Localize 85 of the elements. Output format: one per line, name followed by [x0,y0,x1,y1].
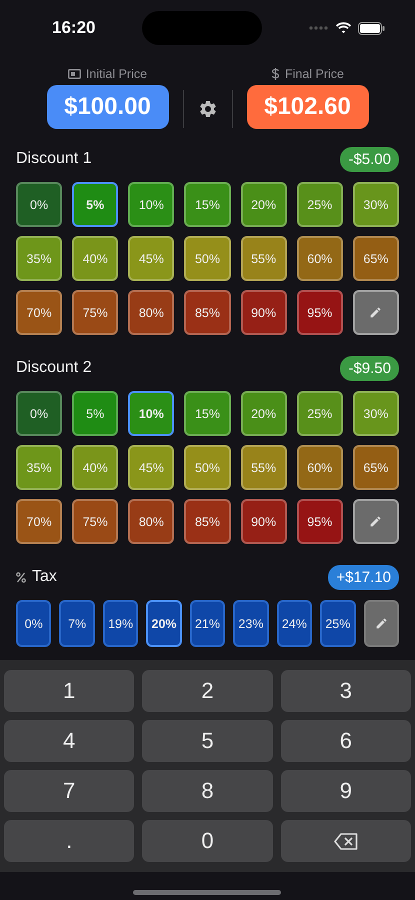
pencil-icon [374,617,388,630]
discount-option[interactable]: 70% [16,499,62,544]
settings-icon[interactable] [198,99,218,119]
discount-option[interactable]: 25% [296,391,343,436]
discount-option[interactable]: 75% [72,290,118,335]
discount-option[interactable]: 60% [296,236,343,281]
edit-button[interactable] [352,499,399,544]
percent-icon [16,572,26,582]
keypad-key[interactable]: 6 [280,720,411,762]
tax-title: Tax [32,568,57,586]
pencil-icon [369,306,382,319]
keypad-key[interactable]: 3 [280,670,411,712]
discount-option[interactable]: 5% [72,182,118,227]
tax-option[interactable]: 24% [276,600,312,647]
discount-option[interactable]: 45% [128,236,174,281]
discount-amount: -$9.50 [340,356,399,380]
tax-option[interactable]: 20% [146,600,182,647]
discount-option[interactable]: 20% [240,391,287,436]
discount-title: Discount 1 [16,150,92,168]
discount-option[interactable]: 25% [296,182,343,227]
discount-option[interactable]: 55% [240,445,287,490]
tax-option[interactable]: 23% [233,600,269,647]
keypad-key[interactable]: 0 [142,820,273,862]
discount-option[interactable]: 30% [352,391,399,436]
discount-option[interactable]: 35% [16,236,62,281]
discount-option[interactable]: 85% [184,290,231,335]
discount-option[interactable]: 85% [184,499,231,544]
initial-price-button[interactable]: $100.00 [46,85,168,129]
discount-option[interactable]: 95% [296,499,343,544]
discount-option[interactable]: 80% [128,290,174,335]
discount-option[interactable]: 40% [72,445,118,490]
dollar-icon [270,68,280,80]
discount-option[interactable]: 65% [352,236,399,281]
discount-option[interactable]: 90% [240,499,287,544]
discount-option[interactable]: 35% [16,445,62,490]
discount-option[interactable]: 70% [16,290,62,335]
wifi-icon [334,22,352,34]
keypad-key[interactable]: . [4,820,134,862]
tax-amount: +$17.10 [328,564,399,590]
edit-button[interactable] [352,290,399,335]
discount-title: Discount 2 [16,359,92,377]
tax-option[interactable]: 7% [59,600,95,647]
discount-option[interactable]: 50% [184,236,231,281]
discount-option[interactable]: 60% [296,445,343,490]
discount-option[interactable]: 10% [128,182,174,227]
keypad-key[interactable]: 5 [142,720,273,762]
discount-amount: -$5.00 [340,146,399,172]
backspace-key[interactable] [280,820,411,862]
discount-option[interactable]: 15% [184,182,231,227]
keypad-key[interactable]: 1 [4,670,134,712]
edit-button[interactable] [364,600,399,647]
discount-option[interactable]: 45% [128,445,174,490]
discount-option[interactable]: 90% [240,290,287,335]
tax-option[interactable]: 19% [102,600,138,647]
discount-option[interactable]: 20% [240,182,287,227]
discount-option[interactable]: 0% [16,182,62,227]
keypad-key[interactable]: 9 [280,770,411,812]
tax-option[interactable]: 25% [320,600,356,647]
keypad-key[interactable]: 4 [4,720,134,762]
discount-option[interactable]: 65% [352,445,399,490]
discount-option[interactable]: 5% [72,391,118,436]
signal-icon [308,26,329,30]
discount-option[interactable]: 75% [72,499,118,544]
final-price-button[interactable]: $102.60 [246,85,368,129]
status-time: 16:20 [52,18,96,38]
discount-option[interactable]: 10% [128,391,174,436]
banknote-icon [68,69,81,79]
discount-option[interactable]: 40% [72,236,118,281]
pencil-icon [369,515,382,528]
final-price-label: Final Price [284,67,344,81]
discount-option[interactable]: 95% [296,290,343,335]
tax-option[interactable]: 21% [190,600,226,647]
discount-option[interactable]: 55% [240,236,287,281]
keypad-key[interactable]: 8 [142,770,273,812]
discount-option[interactable]: 0% [16,391,62,436]
discount-option[interactable]: 30% [352,182,399,227]
initial-price-label: Initial Price [86,67,148,81]
battery-icon [358,22,385,34]
discount-option[interactable]: 50% [184,445,231,490]
keypad-key[interactable]: 2 [142,670,273,712]
discount-option[interactable]: 15% [184,391,231,436]
tax-option[interactable]: 0% [16,600,52,647]
keypad-key[interactable]: 7 [4,770,134,812]
backspace-icon [334,832,358,850]
discount-option[interactable]: 80% [128,499,174,544]
